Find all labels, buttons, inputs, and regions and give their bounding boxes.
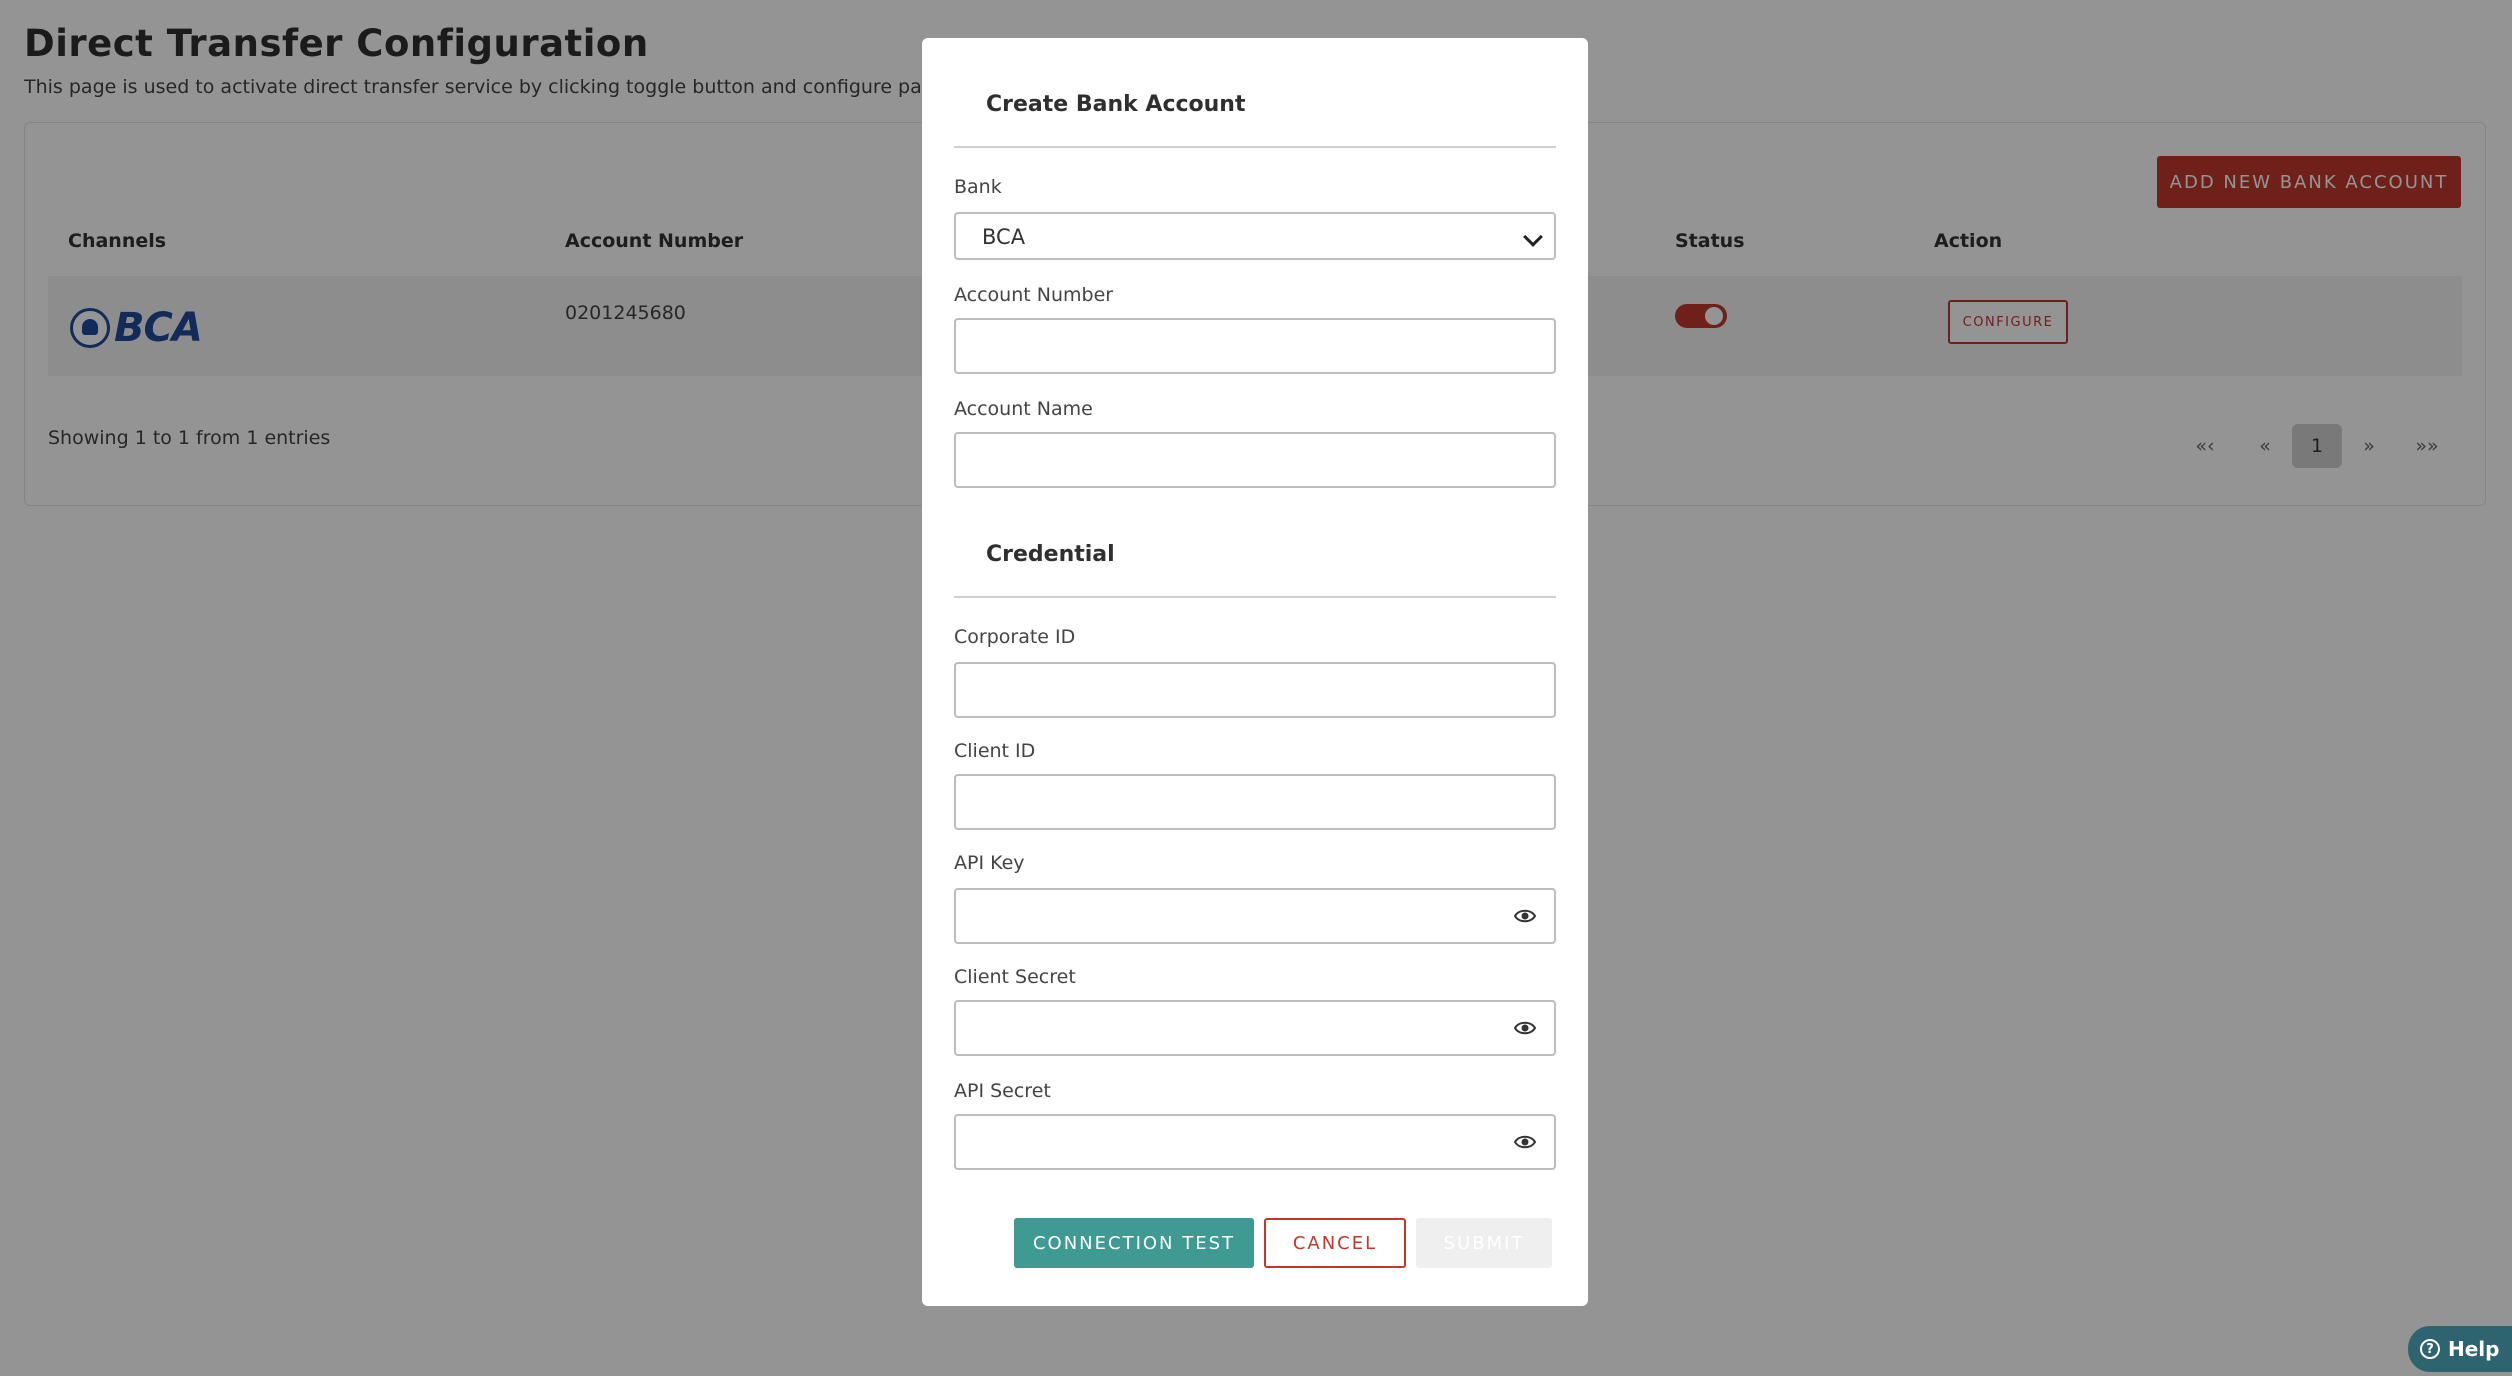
credential-title: Credential xyxy=(986,542,1115,567)
help-label: Help xyxy=(2448,1337,2500,1361)
client-secret-label: Client Secret xyxy=(954,966,1076,988)
bank-select[interactable]: BCA xyxy=(954,212,1556,260)
eye-icon[interactable] xyxy=(1514,907,1536,925)
client-secret-input[interactable] xyxy=(954,1000,1556,1056)
client-id-input[interactable] xyxy=(954,774,1556,830)
client-id-label: Client ID xyxy=(954,740,1036,762)
eye-icon[interactable] xyxy=(1514,1019,1536,1037)
credential-divider xyxy=(954,596,1556,598)
api-key-input[interactable] xyxy=(954,888,1556,944)
help-button[interactable]: ? Help xyxy=(2408,1326,2512,1372)
cancel-button[interactable]: CANCEL xyxy=(1264,1218,1406,1268)
account-number-label: Account Number xyxy=(954,284,1114,306)
question-circle-icon: ? xyxy=(2420,1339,2440,1359)
submit-button[interactable]: SUBMIT xyxy=(1416,1218,1552,1268)
corporate-id-label: Corporate ID xyxy=(954,626,1076,648)
bank-label: Bank xyxy=(954,176,1002,198)
account-name-label: Account Name xyxy=(954,398,1093,420)
api-key-label: API Key xyxy=(954,852,1025,874)
api-secret-input[interactable] xyxy=(954,1114,1556,1170)
account-number-input[interactable] xyxy=(954,318,1556,374)
create-bank-account-modal: Create Bank Account Bank BCA Account Num… xyxy=(922,38,1588,1306)
account-name-input[interactable] xyxy=(954,432,1556,488)
api-secret-label: API Secret xyxy=(954,1080,1051,1102)
bank-select-value: BCA xyxy=(982,225,1026,249)
eye-icon[interactable] xyxy=(1514,1133,1536,1151)
corporate-id-input[interactable] xyxy=(954,662,1556,718)
modal-title: Create Bank Account xyxy=(986,92,1246,117)
modal-title-divider xyxy=(954,146,1556,148)
connection-test-button[interactable]: CONNECTION TEST xyxy=(1014,1218,1254,1268)
chevron-down-icon xyxy=(1523,227,1543,247)
